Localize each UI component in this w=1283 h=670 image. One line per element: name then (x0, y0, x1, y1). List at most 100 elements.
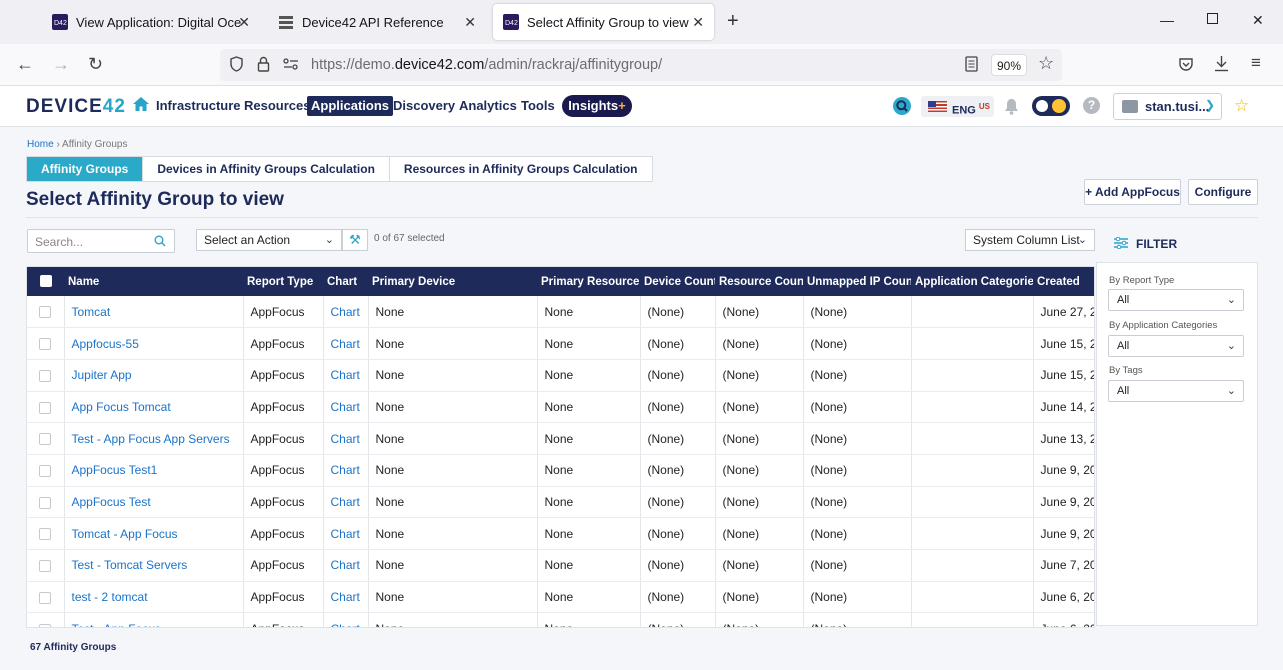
window-close-icon[interactable]: ✕ (1252, 12, 1264, 29)
group-name-link[interactable]: Jupiter App (72, 368, 132, 382)
minimize-icon[interactable]: — (1160, 12, 1174, 28)
filter-report-type-select[interactable]: All ⌄ (1108, 289, 1244, 311)
table-row[interactable]: Test - Tomcat Servers AppFocus Chart None No… (27, 549, 1094, 582)
table-row[interactable]: test - 2 tomcat AppFocus Chart None None (Non… (27, 581, 1094, 614)
notification-bell-icon[interactable] (1004, 98, 1019, 115)
column-header[interactable]: Device Count (640, 267, 715, 296)
table-row[interactable]: Tomcat AppFocus Chart None None (None) (None)(… (27, 296, 1094, 329)
group-name-link[interactable]: Tomcat - App Focus (72, 527, 178, 541)
table-row[interactable]: App Focus Tomcat AppFocus Chart None None (No… (27, 391, 1094, 424)
group-name-link[interactable]: Test - App Focus (72, 622, 161, 627)
user-menu[interactable]: stan.tusi... ❯ (1113, 93, 1222, 120)
home-icon[interactable] (132, 96, 150, 112)
menu-icon[interactable]: ≡ (1251, 53, 1261, 73)
group-name-link[interactable]: Tomcat (72, 305, 111, 319)
back-icon[interactable]: ← (16, 54, 34, 74)
chart-link[interactable]: Chart (331, 400, 360, 414)
row-checkbox[interactable] (39, 338, 52, 351)
global-search-icon[interactable] (892, 96, 912, 116)
nav-analytics[interactable]: Analytics (455, 96, 521, 116)
group-name-link[interactable]: Appfocus-55 (72, 337, 139, 351)
column-header[interactable]: Primary Device (368, 267, 537, 296)
reader-view-icon[interactable] (965, 56, 978, 72)
row-checkbox[interactable] (39, 496, 52, 509)
run-action-button[interactable]: ⚒ (342, 229, 368, 251)
tab-resources-calculation[interactable]: Resources in Affinity Groups Calculation (390, 157, 652, 181)
table-row[interactable]: Test - App Focus App Servers AppFocus Char… (27, 422, 1094, 455)
chart-link[interactable]: Chart (331, 590, 360, 604)
permissions-icon[interactable] (283, 58, 299, 70)
table-row[interactable]: Jupiter App AppFocus Chart None None (None) (N… (27, 359, 1094, 392)
zoom-level[interactable]: 90% (991, 54, 1027, 76)
browser-tab-view-application[interactable]: D42 View Application: Digital Ocean ✕ (42, 4, 260, 40)
reload-icon[interactable]: ↻ (88, 54, 103, 74)
row-checkbox[interactable] (39, 370, 52, 383)
column-header[interactable]: Created (1033, 267, 1094, 296)
column-header[interactable]: Primary Resource (537, 267, 640, 296)
row-checkbox[interactable] (39, 401, 52, 414)
nav-discovery[interactable]: Discovery (389, 96, 459, 116)
search-icon[interactable] (154, 235, 166, 247)
column-header[interactable]: Unmapped IP Count (803, 267, 911, 296)
column-header[interactable]: Resource Count (715, 267, 803, 296)
browser-tab-api-reference[interactable]: Device42 API Reference ✕ (268, 4, 486, 40)
shield-icon[interactable] (229, 56, 244, 72)
column-header[interactable]: Report Type (243, 267, 323, 296)
chart-link[interactable]: Chart (331, 305, 360, 319)
column-header[interactable]: Application Categories (911, 267, 1033, 296)
table-row[interactable]: AppFocus Test AppFocus Chart None None (None)… (27, 486, 1094, 519)
tab-close-icon[interactable]: ✕ (464, 14, 476, 31)
chart-link[interactable]: Chart (331, 368, 360, 382)
tab-close-icon[interactable]: ✕ (238, 14, 250, 31)
group-name-link[interactable]: AppFocus Test (72, 495, 151, 509)
table-row[interactable]: Test - App FocusAppFocusChartNoneNone(No… (27, 612, 1094, 627)
insights-button[interactable]: Insights+ (562, 95, 632, 117)
group-name-link[interactable]: AppFocus Test1 (72, 463, 158, 477)
tab-close-icon[interactable]: ✕ (692, 14, 704, 31)
search-input[interactable]: Search... (27, 229, 175, 253)
column-header[interactable]: Name (64, 267, 243, 296)
chart-link[interactable]: Chart (331, 495, 360, 509)
chart-link[interactable]: Chart (331, 432, 360, 446)
lock-icon[interactable] (257, 56, 270, 72)
pocket-icon[interactable] (1178, 56, 1194, 72)
table-row[interactable]: Appfocus-55 AppFocus Chart None None (None) (N… (27, 327, 1094, 360)
chart-link[interactable]: Chart (331, 463, 360, 477)
filter-tags-select[interactable]: All ⌄ (1108, 380, 1244, 402)
row-checkbox[interactable] (39, 306, 52, 319)
breadcrumb-home[interactable]: Home (27, 139, 54, 150)
group-name-link[interactable]: Test - Tomcat Servers (72, 558, 188, 572)
row-checkbox[interactable] (39, 465, 52, 478)
tab-devices-calculation[interactable]: Devices in Affinity Groups Calculation (143, 157, 390, 181)
table-row[interactable]: AppFocus Test1 AppFocus Chart None None (None… (27, 454, 1094, 487)
row-checkbox[interactable] (39, 560, 52, 573)
url-text[interactable]: https://demo.device42.com/admin/rackraj/… (311, 57, 662, 73)
chart-link[interactable]: Chart (331, 337, 360, 351)
maximize-icon[interactable] (1207, 13, 1218, 24)
row-checkbox[interactable] (39, 591, 52, 604)
help-icon[interactable]: ? (1083, 97, 1100, 114)
nav-resources[interactable]: Resources (240, 96, 314, 116)
group-name-link[interactable]: test - 2 tomcat (72, 590, 148, 604)
group-name-link[interactable]: Test - App Focus App Servers (72, 432, 230, 446)
bookmark-star-icon[interactable]: ☆ (1038, 53, 1054, 74)
configure-button[interactable]: Configure (1188, 179, 1258, 205)
add-appfocus-button[interactable]: + Add AppFocus (1084, 179, 1181, 205)
download-icon[interactable] (1214, 55, 1229, 72)
filter-app-categories-select[interactable]: All ⌄ (1108, 335, 1244, 357)
chart-link[interactable]: Chart (331, 622, 360, 627)
chart-link[interactable]: Chart (331, 558, 360, 572)
nav-applications[interactable]: Applications (307, 96, 394, 116)
column-header[interactable]: Chart (323, 267, 368, 296)
row-checkbox[interactable] (39, 433, 52, 446)
favorite-star-icon[interactable]: ☆ (1234, 96, 1249, 116)
chart-link[interactable]: Chart (331, 527, 360, 541)
nav-tools[interactable]: Tools (517, 96, 559, 116)
select-all-checkbox[interactable] (39, 275, 52, 288)
column-list-select[interactable]: System Column List ⌄ (965, 229, 1095, 251)
new-tab-icon[interactable]: + (727, 11, 739, 31)
group-name-link[interactable]: App Focus Tomcat (72, 400, 171, 414)
forward-icon[interactable]: → (52, 54, 70, 74)
row-checkbox[interactable] (39, 528, 52, 541)
row-checkbox[interactable] (39, 623, 52, 627)
